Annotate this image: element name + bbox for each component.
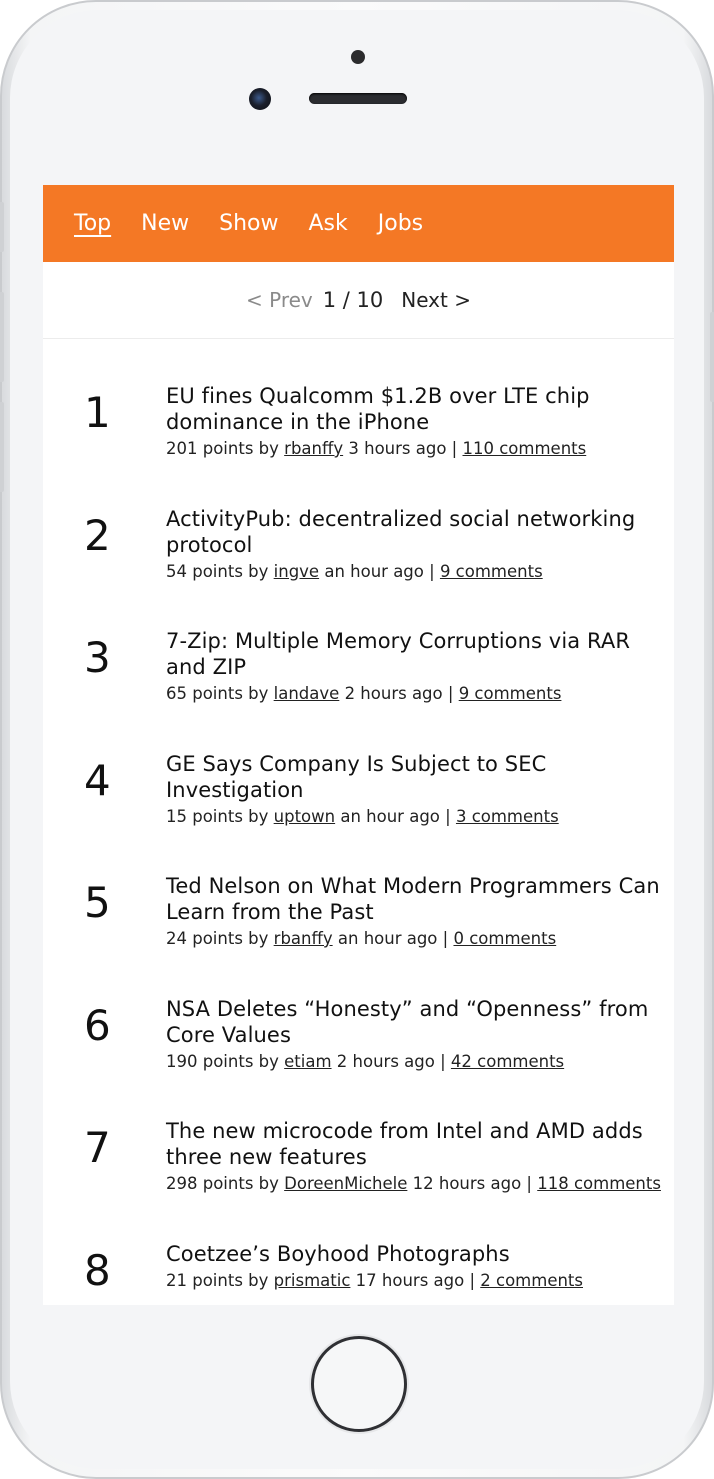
story-rank: 4 (84, 755, 111, 805)
story-author-link[interactable]: DoreenMichele (284, 1174, 407, 1193)
story-age: 12 hours ago | (412, 1174, 532, 1193)
story-title-link[interactable]: ActivityPub: decentralized social networ… (166, 506, 674, 558)
pagination: < Prev 1 / 10 Next > (43, 262, 674, 339)
story-comments-link[interactable]: 42 comments (451, 1052, 564, 1071)
story-points: 15 points by (166, 806, 269, 826)
story-meta: 15 points by uptown an hour ago | 3 comm… (166, 807, 674, 827)
story-comments-link[interactable]: 118 comments (537, 1174, 661, 1193)
story-comments-link[interactable]: 3 comments (456, 807, 559, 826)
story-comments-link[interactable]: 0 comments (453, 929, 556, 948)
mute-switch (0, 202, 4, 252)
story-title-link[interactable]: EU fines Qualcomm $1.2B over LTE chip do… (166, 383, 674, 435)
phone-frame: Top New Show Ask Jobs < Prev 1 / 10 Next… (0, 0, 714, 1479)
story-item: 8 Coetzee’s Boyhood Photographs 21 point… (43, 1241, 674, 1306)
story-age: an hour ago | (337, 929, 449, 948)
nav-tab-jobs[interactable]: Jobs (378, 210, 423, 238)
story-title-link[interactable]: NSA Deletes “Honesty” and “Openness” fro… (166, 996, 674, 1048)
prev-page-link: < Prev (246, 288, 313, 312)
story-item: 3 7-Zip: Multiple Memory Corruptions via… (43, 628, 674, 751)
story-list: 1 EU fines Qualcomm $1.2B over LTE chip … (43, 339, 674, 1305)
story-meta: 21 points by prismatic 17 hours ago | 2 … (166, 1271, 674, 1291)
app-screen: Top New Show Ask Jobs < Prev 1 / 10 Next… (43, 185, 674, 1305)
story-meta: 54 points by ingve an hour ago | 9 comme… (166, 562, 674, 582)
story-author-link[interactable]: landave (274, 684, 340, 703)
story-age: an hour ago | (340, 806, 451, 826)
story-points: 21 points by (166, 1270, 269, 1290)
page-indicator: 1 / 10 (322, 288, 384, 312)
story-rank: 5 (84, 878, 111, 927)
front-camera-icon (249, 88, 271, 110)
story-author-link[interactable]: etiam (284, 1052, 331, 1071)
story-title-link[interactable]: Coetzee’s Boyhood Photographs (166, 1241, 674, 1267)
story-item: 6 NSA Deletes “Honesty” and “Openness” f… (43, 996, 674, 1119)
story-author-link[interactable]: rbanffy (284, 439, 343, 458)
story-title-link[interactable]: GE Says Company Is Subject to SEC Invest… (166, 751, 674, 803)
story-points: 24 points by (166, 929, 269, 948)
nav-tab-ask[interactable]: Ask (309, 210, 348, 238)
story-age: 17 hours ago | (355, 1270, 476, 1290)
power-button (710, 312, 714, 402)
story-comments-link[interactable]: 9 comments (459, 684, 562, 703)
story-points: 298 points by (166, 1174, 279, 1193)
story-age: 3 hours ago | (348, 439, 458, 458)
story-meta: 298 points by DoreenMichele 12 hours ago… (166, 1174, 674, 1194)
story-item: 7 The new microcode from Intel and AMD a… (43, 1118, 674, 1241)
story-title-link[interactable]: Ted Nelson on What Modern Programmers Ca… (166, 873, 674, 925)
story-meta: 190 points by etiam 2 hours ago | 42 com… (166, 1052, 674, 1072)
story-points: 54 points by (166, 561, 269, 581)
home-button[interactable] (311, 1336, 407, 1432)
story-age: an hour ago | (324, 561, 435, 581)
story-title-link[interactable]: 7-Zip: Multiple Memory Corruptions via R… (166, 628, 674, 680)
story-rank: 2 (84, 510, 111, 560)
story-author-link[interactable]: rbanffy (274, 929, 333, 948)
story-meta: 201 points by rbanffy 3 hours ago | 110 … (166, 439, 674, 459)
story-rank: 6 (84, 1000, 111, 1050)
story-comments-link[interactable]: 110 comments (463, 439, 587, 458)
top-navigation: Top New Show Ask Jobs (43, 185, 674, 262)
volume-down-button (0, 402, 4, 492)
story-meta: 65 points by landave 2 hours ago | 9 com… (166, 684, 674, 704)
story-item: 1 EU fines Qualcomm $1.2B over LTE chip … (43, 383, 674, 506)
story-points: 190 points by (166, 1051, 279, 1071)
story-rank: 8 (84, 1245, 111, 1295)
story-item: 2 ActivityPub: decentralized social netw… (43, 506, 674, 629)
story-age: 2 hours ago | (344, 684, 454, 703)
story-item: 5 Ted Nelson on What Modern Programmers … (43, 873, 674, 996)
story-author-link[interactable]: prismatic (274, 1271, 351, 1290)
proximity-sensor (351, 50, 365, 64)
story-rank: 7 (84, 1123, 111, 1172)
nav-tab-top[interactable]: Top (74, 210, 111, 238)
story-points: 201 points by (166, 439, 279, 458)
story-author-link[interactable]: uptown (274, 807, 335, 826)
nav-tab-show[interactable]: Show (219, 210, 278, 238)
story-rank: 1 (84, 388, 111, 437)
story-author-link[interactable]: ingve (274, 562, 319, 581)
story-age: 2 hours ago | (336, 1051, 446, 1071)
next-page-link[interactable]: Next > (401, 288, 471, 312)
story-rank: 3 (84, 633, 111, 682)
story-comments-link[interactable]: 2 comments (480, 1271, 583, 1290)
story-title-link[interactable]: The new microcode from Intel and AMD add… (166, 1118, 674, 1170)
story-comments-link[interactable]: 9 comments (440, 562, 543, 581)
story-points: 65 points by (166, 684, 269, 703)
volume-up-button (0, 292, 4, 382)
nav-tab-new[interactable]: New (141, 210, 189, 238)
story-item: 4 GE Says Company Is Subject to SEC Inve… (43, 751, 674, 874)
story-meta: 24 points by rbanffy an hour ago | 0 com… (166, 929, 674, 949)
earpiece-speaker (309, 93, 407, 104)
